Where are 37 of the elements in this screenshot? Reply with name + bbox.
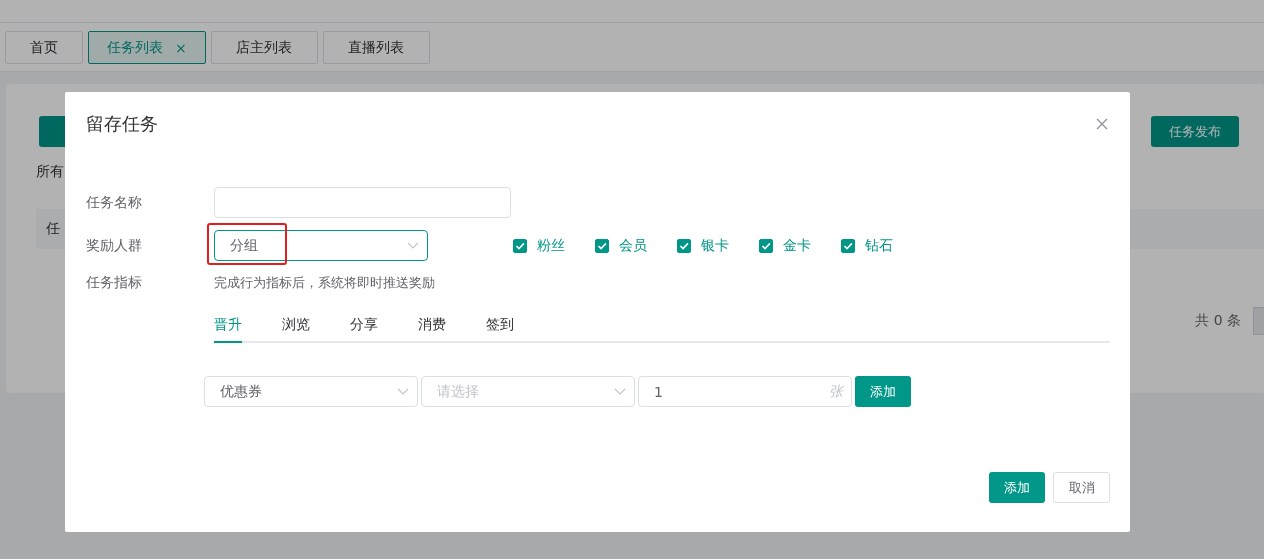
publish-button[interactable]: 任务发布 (1151, 116, 1239, 147)
checkbox[interactable]: 银卡 (677, 236, 729, 255)
checkbox[interactable]: 会员 (595, 236, 647, 255)
chevron-icon (614, 387, 626, 396)
chevron-icon (407, 241, 419, 250)
checkbox[interactable]: 金卡 (759, 236, 811, 255)
tab[interactable]: 分享 (350, 309, 378, 341)
chevron-icon (397, 387, 409, 396)
tab[interactable]: 消费 (418, 309, 446, 341)
pager-button[interactable] (1253, 307, 1264, 335)
unit-label: 张 (829, 382, 843, 401)
tab[interactable]: 签到 (486, 309, 514, 341)
help-text: 完成行为指标后，系统将即时推送奖励 (214, 274, 435, 292)
tab[interactable]: 晋升 (214, 309, 242, 343)
checkbox[interactable]: 粉丝 (513, 236, 565, 255)
quantity-field[interactable]: 1 张 (638, 376, 852, 407)
dialog-title: 留存任务 (86, 112, 158, 136)
field-label: 任务指标 (86, 274, 143, 292)
filter-label: 所有 (36, 163, 65, 181)
add-button[interactable]: 添加 (989, 472, 1045, 503)
cancel-button[interactable]: 取消 (1053, 472, 1110, 503)
add-button[interactable]: 添加 (855, 376, 911, 407)
field-label: 奖励人群 (86, 236, 143, 255)
group-select[interactable]: 分组 (214, 230, 428, 261)
close-icon[interactable]: × (175, 39, 187, 56)
close-icon[interactable] (1096, 118, 1108, 130)
tab[interactable]: 首页 (5, 31, 83, 64)
tab[interactable]: 直播列表 (322, 31, 430, 64)
total-count: 共 0 条 (1195, 312, 1241, 330)
tab[interactable]: 店主列表 (210, 31, 318, 64)
input-field[interactable] (214, 187, 511, 218)
tab[interactable]: 任务列表 × (88, 31, 206, 64)
type-select[interactable]: 优惠券 (204, 376, 418, 407)
field-label: 任务名称 (86, 193, 143, 212)
column-header: 任 (46, 220, 60, 238)
tab[interactable]: 浏览 (282, 309, 310, 341)
checkbox[interactable]: 钻石 (841, 236, 893, 255)
